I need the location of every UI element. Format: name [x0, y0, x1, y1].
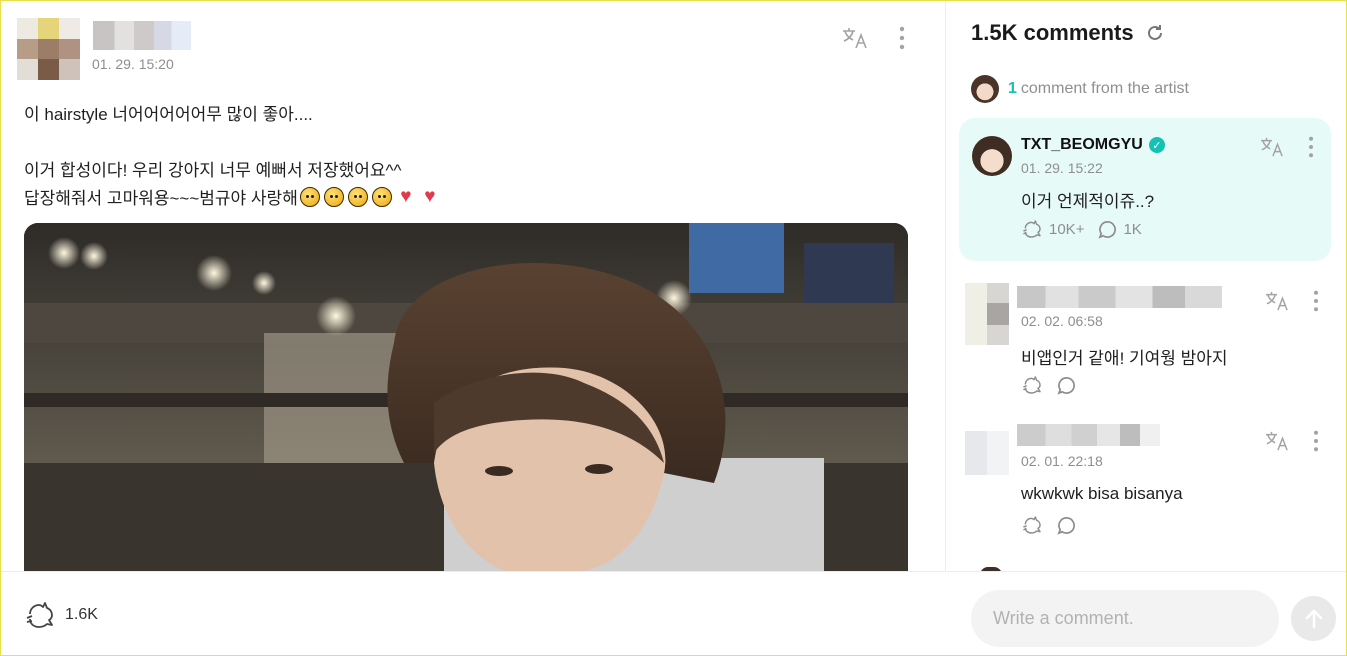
comment-text: 비앱인거 같애! 기여웡 밤아지 [1021, 349, 1228, 368]
post-photo[interactable] [24, 223, 908, 571]
author-name-blurred[interactable] [93, 21, 191, 50]
heart-with-arrow-icon: ♥ [400, 186, 412, 207]
commenter-avatar[interactable] [965, 431, 1009, 475]
comment-reply-button[interactable] [1057, 376, 1076, 395]
comment-date: 02. 01. 22:18 [1021, 453, 1103, 469]
comments-title: 1.5K comments [971, 20, 1134, 45]
post-line: 이거 합성이다! 우리 강아지 너무 예뻐서 저장했어요^^ [24, 161, 402, 180]
comment-like-button[interactable] [1021, 515, 1043, 535]
comment-like-button[interactable] [1021, 375, 1043, 395]
reply-bubble-icon [1057, 376, 1075, 395]
comments-header: 1.5K comments [971, 20, 1166, 46]
paw-like-icon [1023, 220, 1041, 238]
artist-comment-count: 1 [1008, 80, 1017, 97]
artist-comment-note[interactable]: 1 comment from the artist [971, 75, 1189, 103]
reply-bubble-icon [1057, 516, 1075, 535]
paw-like-icon [1023, 376, 1041, 394]
crying-face-icon [371, 187, 392, 207]
like-button[interactable]: 1.6K [24, 600, 98, 630]
artist-name: TXT_BEOMGYU [1021, 136, 1143, 153]
translate-icon[interactable] [1262, 288, 1292, 314]
comment-date: 01. 29. 15:22 [1021, 160, 1103, 176]
pleading-face-icon [323, 187, 344, 207]
post-line: 답장해줘서 고마워용~~~범규야 사랑해 [24, 189, 298, 208]
comment-input[interactable] [971, 590, 1279, 647]
pleading-face-icon [299, 187, 320, 207]
commenter-name-blurred[interactable] [1017, 424, 1160, 446]
author-avatar[interactable] [17, 18, 80, 80]
post-line: 이 hairstyle 너어어어어어무 많이 좋아.... [24, 105, 313, 124]
more-vertical-icon[interactable] [1307, 428, 1325, 454]
artist-comment-card: TXT_BEOMGYU ✓ 01. 29. 15:22 이거 언제적이쥬..? … [959, 118, 1331, 261]
paw-like-icon [26, 602, 53, 628]
comment-actions: 10K+ 1K [1021, 219, 1142, 239]
refresh-icon[interactable] [1144, 22, 1166, 44]
artist-comment-note-text: comment from the artist [1020, 80, 1189, 97]
crying-face-icon [347, 187, 368, 207]
comments-panel: 1.5K comments 1 comment from the artist T… [947, 0, 1347, 656]
commenter-avatar[interactable] [965, 283, 1009, 345]
comment-date: 02. 02. 06:58 [1021, 313, 1103, 329]
comment-like-button[interactable]: 10K+ [1021, 219, 1084, 239]
post-footer: 1.6K [0, 571, 946, 656]
paw-like-icon [1023, 516, 1041, 534]
more-vertical-icon[interactable] [891, 24, 913, 52]
emoji-row: ♥ ♥ [299, 186, 440, 207]
post-date: 01. 29. 15:20 [92, 56, 174, 72]
more-vertical-icon[interactable] [1307, 288, 1325, 314]
post-body: 이 hairstyle 너어어어어어무 많이 좋아.... 이거 합성이다! 우… [24, 101, 904, 213]
comment-text: wkwkwk bisa bisanya [1021, 484, 1183, 503]
comment-actions [1021, 375, 1076, 395]
send-button[interactable] [1291, 596, 1336, 641]
post-panel: 01. 29. 15:20 이 hairstyle 너어어어어어무 많이 좋아.… [0, 0, 946, 656]
comment-input-bar [947, 571, 1347, 656]
artist-mini-avatar [971, 75, 999, 103]
verified-badge-icon: ✓ [1148, 137, 1165, 153]
post-line [24, 129, 904, 157]
comment-reply-count: 1K [1123, 220, 1142, 238]
translate-icon[interactable] [1262, 428, 1292, 454]
comment-text: 이거 언제적이쥬..? [1021, 192, 1155, 211]
arrow-up-icon [1305, 609, 1322, 628]
comment-like-count: 10K+ [1049, 220, 1085, 238]
comment-reply-button[interactable]: 1K [1098, 220, 1142, 239]
post-line-with-emojis: 답장해줘서 고마워용~~~범규야 사랑해 ♥ ♥ [24, 185, 904, 213]
reply-bubble-icon [1098, 220, 1117, 239]
translate-icon[interactable] [839, 24, 871, 52]
artist-avatar[interactable] [972, 136, 1012, 176]
commenter-name-blurred[interactable] [1017, 286, 1222, 308]
more-vertical-icon[interactable] [1302, 134, 1320, 160]
artist-name-row[interactable]: TXT_BEOMGYU ✓ [1021, 136, 1165, 154]
like-count: 1.6K [65, 606, 98, 623]
heart-with-arrow-icon: ♥ [424, 186, 436, 207]
comment-reply-button[interactable] [1057, 516, 1076, 535]
translate-icon[interactable] [1257, 134, 1287, 160]
comment-actions [1021, 515, 1076, 535]
